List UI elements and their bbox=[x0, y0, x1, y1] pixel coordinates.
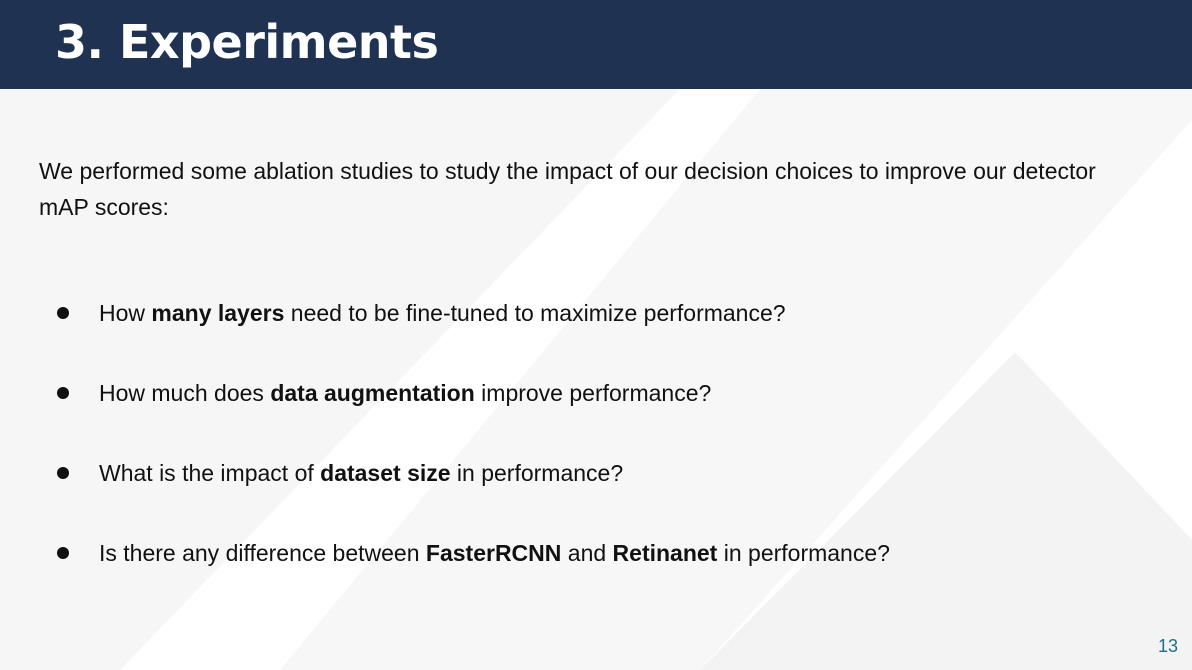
bullet-dot-icon bbox=[57, 307, 69, 319]
bullet-dot-icon bbox=[57, 387, 69, 399]
bullet-text: What is the impact of dataset size in pe… bbox=[99, 460, 624, 486]
title-bar: 3. Experiments bbox=[0, 0, 1192, 89]
bullet-item: What is the impact of dataset size in pe… bbox=[54, 455, 1054, 491]
bullet-item: How much does data augmentation improve … bbox=[54, 375, 1054, 411]
bullet-dot-icon bbox=[57, 547, 69, 559]
bullet-dot-icon bbox=[57, 467, 69, 479]
slide-title: 3. Experiments bbox=[55, 15, 439, 69]
bullet-item: How many layers need to be fine-tuned to… bbox=[54, 295, 1054, 331]
bullet-text: Is there any difference between FasterRC… bbox=[99, 540, 890, 566]
intro-paragraph: We performed some ablation studies to st… bbox=[39, 158, 1096, 220]
bullet-text: How many layers need to be fine-tuned to… bbox=[99, 300, 786, 326]
bullet-item: Is there any difference between FasterRC… bbox=[54, 535, 1054, 571]
bullet-text: How much does data augmentation improve … bbox=[99, 380, 712, 406]
page-number: 13 bbox=[1157, 636, 1178, 656]
